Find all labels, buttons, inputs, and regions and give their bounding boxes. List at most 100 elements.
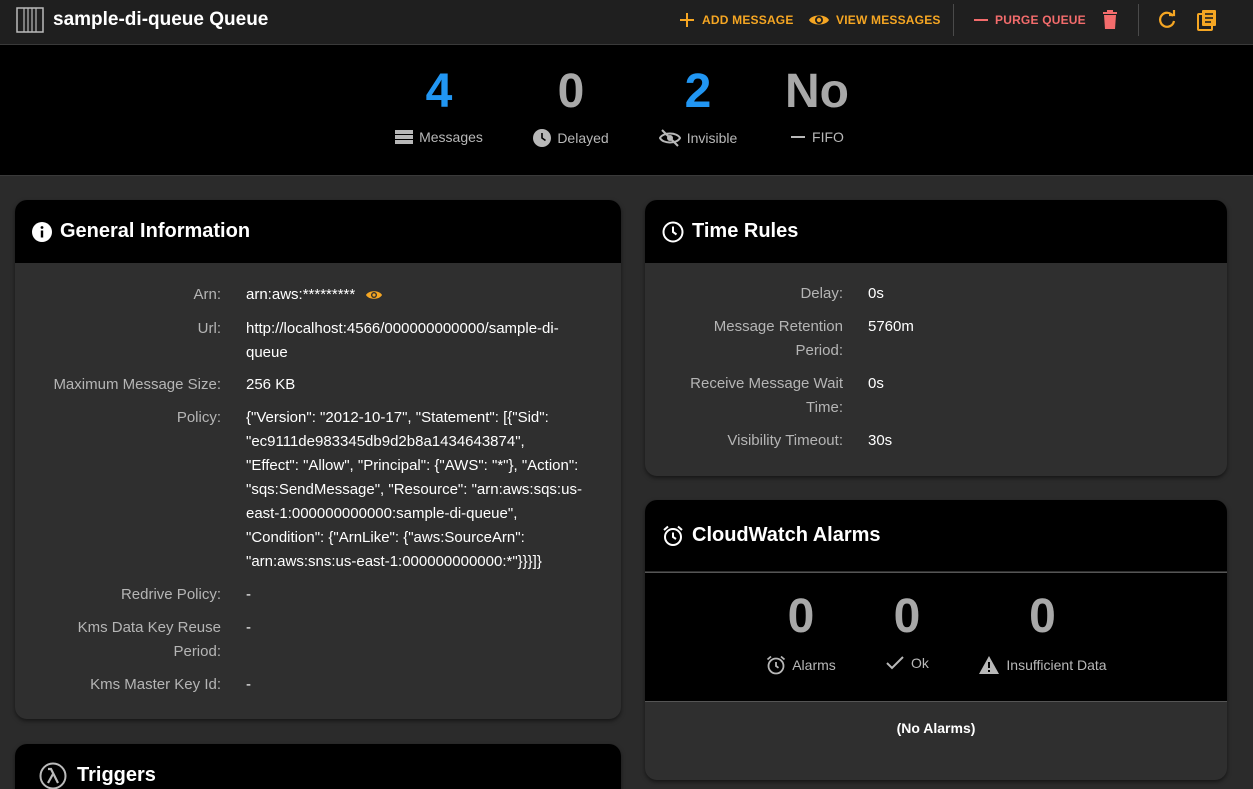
redrive-value: -: [246, 586, 251, 603]
refresh-icon[interactable]: [1155, 8, 1179, 32]
purge-queue-button[interactable]: PURGE QUEUE: [973, 8, 1086, 32]
policy-line: "Condition": {"ArnLike": {"aws:SourceArn…: [246, 529, 525, 546]
policy-line: east-1:000000000000:sample-di-queue",: [246, 505, 518, 522]
retention-row: Message Retention Period: 5760m: [645, 315, 1227, 363]
toolbar-divider-2: [1138, 4, 1139, 36]
cloudwatch-alarms-card: CloudWatch Alarms 0 Alarms 0 Ok 0 Insuff…: [645, 500, 1227, 780]
wait-time-label-line-1: Receive Message Wait: [690, 375, 843, 392]
kms-reuse-label-line-2: Period:: [173, 643, 221, 660]
cloudwatch-alarms-header: CloudWatch Alarms: [645, 500, 1227, 571]
insufficient-data-label: Insufficient Data: [1006, 657, 1107, 673]
kms-master-value: -: [246, 676, 251, 693]
general-information-header: General Information: [15, 200, 621, 263]
triggers-card: Triggers: [15, 744, 621, 789]
redrive-row: Redrive Policy: -: [15, 583, 621, 607]
messages-icon: [395, 130, 414, 144]
retention-label-line-1: Message Retention: [713, 318, 843, 335]
delay-row: Delay: 0s: [645, 282, 1227, 306]
kms-master-row: Kms Master Key Id: -: [15, 673, 621, 697]
arn-label: Arn:: [193, 286, 221, 303]
url-value: http://localhost:4566/000000000000/sampl…: [246, 317, 559, 365]
time-rules-card: Time Rules Delay: 0s Message Retention P…: [645, 200, 1227, 476]
insufficient-data-count: 0: [1029, 590, 1056, 643]
max-size-value: 256 KB: [246, 376, 296, 393]
lambda-icon: [39, 762, 67, 789]
view-messages-label: VIEW MESSAGES: [836, 13, 941, 27]
page-title: sample-di-queue Queue: [53, 9, 269, 30]
alarm-clock-icon: [663, 525, 683, 546]
stat-invisible: 2 Invisible: [638, 65, 758, 147]
visibility-row: Visibility Timeout: 30s: [645, 429, 1227, 453]
stat-messages-value: 4: [425, 65, 453, 118]
queue-stats: 4 Messages 0 Delayed 2 Invisible No FIFO: [0, 45, 1253, 176]
visibility-value: 30s: [868, 432, 893, 449]
kms-reuse-label: Kms Data Key Reuse Period:: [15, 616, 221, 664]
ok-stat: 0 Ok: [877, 587, 937, 671]
delete-icon[interactable]: [1098, 8, 1122, 32]
triggers-header: Triggers: [15, 744, 621, 789]
alarms-stat: 0 Alarms: [761, 587, 841, 675]
visibility-label: Visibility Timeout:: [727, 432, 843, 449]
add-message-button[interactable]: ADD MESSAGE: [678, 8, 794, 32]
policy-value: {"Version": "2012-10-17", "Statement": […: [246, 406, 582, 574]
retention-value: 5760m: [868, 318, 914, 335]
stat-invisible-label: Invisible: [686, 130, 738, 146]
info-icon: [32, 221, 52, 242]
wait-time-label: Receive Message Wait Time:: [645, 372, 843, 420]
alarms-count: 0: [787, 590, 815, 643]
stat-delayed: 0 Delayed: [511, 65, 631, 147]
kms-reuse-label-line-1: Kms Data Key Reuse: [77, 619, 221, 636]
url-label: Url:: [197, 320, 221, 337]
redrive-label: Redrive Policy:: [120, 586, 221, 603]
max-size-row: Maximum Message Size: 256 KB: [15, 373, 621, 397]
minus-icon: [974, 19, 988, 21]
kms-master-label: Kms Master Key Id:: [90, 676, 221, 693]
policy-line: "arn:aws:sns:us-east-1:000000000000:*"}}…: [246, 553, 542, 570]
wait-time-label-line-2: Time:: [806, 399, 843, 416]
stat-invisible-value: 2: [684, 65, 712, 118]
policy-line: "sqs:SendMessage", "Resource": "arn:aws:…: [246, 481, 582, 498]
eye-icon: [809, 15, 829, 25]
ok-count: 0: [893, 590, 921, 643]
general-information-title: General Information: [60, 220, 251, 242]
arn-value: arn:aws:*********: [246, 286, 356, 303]
policy-line: "ec9111de983345db9d2b8a1434643874",: [246, 433, 525, 450]
insufficient-data-stat: 0 Insufficient Data: [975, 587, 1110, 675]
arn-row: Arn: arn:aws:*********: [15, 283, 621, 307]
top-bar: sample-di-queue Queue ADD MESSAGE VIEW M…: [0, 0, 1253, 45]
url-value-line-2: queue: [246, 344, 288, 361]
policy-line: {"Version": "2012-10-17", "Statement": […: [246, 409, 549, 426]
wait-time-value: 0s: [868, 375, 884, 392]
general-information-card: General Information Arn: arn:aws:*******…: [15, 200, 621, 719]
stat-fifo-label: FIFO: [812, 129, 844, 145]
add-message-label: ADD MESSAGE: [702, 13, 794, 27]
warning-icon: [979, 656, 1000, 674]
library-icon[interactable]: [1195, 8, 1219, 32]
stat-delayed-value: 0: [557, 65, 585, 118]
policy-line: "Effect": "Allow", "Principal": {"AWS": …: [246, 457, 579, 474]
policy-row: Policy: {"Version": "2012-10-17", "State…: [15, 406, 621, 574]
show-arn-icon[interactable]: [365, 288, 383, 302]
queue-icon: [16, 7, 44, 33]
clock-icon: [533, 129, 552, 147]
plus-icon: [680, 13, 694, 27]
view-messages-button[interactable]: VIEW MESSAGES: [808, 8, 941, 32]
cloudwatch-alarms-title: CloudWatch Alarms: [692, 524, 881, 546]
alarms-label: Alarms: [792, 657, 836, 673]
policy-label: Policy:: [176, 409, 221, 426]
purge-queue-label: PURGE QUEUE: [995, 13, 1086, 27]
url-value-line-1: http://localhost:4566/000000000000/sampl…: [246, 320, 559, 337]
max-size-label: Maximum Message Size:: [53, 376, 221, 393]
toolbar-divider: [953, 4, 954, 36]
stat-fifo: No FIFO: [757, 65, 877, 145]
eye-off-icon: [658, 129, 681, 147]
no-alarms-text: (No Alarms): [896, 720, 976, 736]
stat-delayed-label: Delayed: [557, 130, 609, 146]
time-rules-header: Time Rules: [645, 200, 1227, 263]
clock-outline-icon: [662, 221, 684, 242]
kms-reuse-value: -: [246, 619, 251, 636]
ok-label: Ok: [911, 655, 929, 671]
retention-label-line-2: Period:: [795, 342, 843, 359]
retention-label: Message Retention Period:: [645, 315, 843, 363]
time-rules-title: Time Rules: [692, 220, 799, 242]
